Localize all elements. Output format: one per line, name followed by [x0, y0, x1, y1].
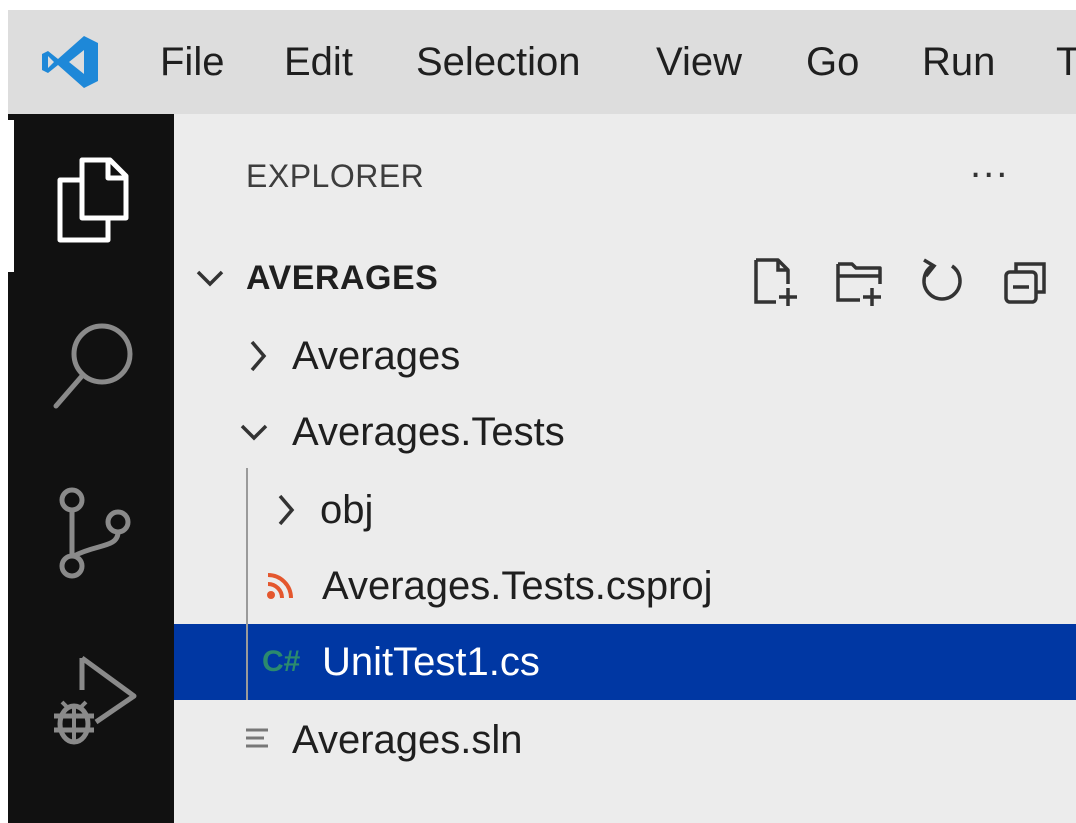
menu-selection[interactable]: Selection	[416, 10, 581, 114]
more-actions-button[interactable]: ...	[970, 142, 1009, 187]
tree-item-averages-tests[interactable]: Averages.Tests	[174, 394, 1076, 470]
menu-view[interactable]: View	[656, 10, 742, 114]
menu-terminal[interactable]: T	[1056, 10, 1076, 114]
explorer-title: EXPLORER	[246, 158, 425, 194]
lines-icon	[246, 728, 268, 748]
tree-item-csproj[interactable]: Averages.Tests.csproj	[174, 548, 1076, 624]
new-folder-icon[interactable]	[834, 256, 886, 308]
section-header-averages[interactable]: AVERAGES	[174, 240, 1076, 316]
csharp-icon: C#	[262, 645, 301, 678]
refresh-icon[interactable]	[916, 256, 968, 308]
explorer-panel: EXPLORER ... AVERAGES Averages Averages.…	[174, 114, 1076, 823]
run-debug-icon[interactable]	[48, 650, 144, 750]
tree-item-label: Averages.sln	[292, 718, 523, 762]
indent-guide	[246, 468, 248, 700]
title-bar: File Edit Selection View Go Run T	[8, 10, 1076, 114]
explorer-icon[interactable]	[52, 154, 132, 244]
collapse-all-icon[interactable]	[1000, 256, 1052, 308]
tree-item-label: Averages.Tests	[292, 410, 565, 454]
tree-item-label: UnitTest1.cs	[322, 640, 540, 684]
tree-item-sln[interactable]: Averages.sln	[174, 702, 1076, 778]
rss-feed-icon	[267, 573, 293, 599]
chevron-down-icon	[240, 424, 268, 441]
activity-bar	[8, 114, 174, 823]
active-indicator	[8, 120, 14, 272]
tree-item-label: Averages	[292, 334, 461, 378]
vscode-logo-icon[interactable]	[40, 34, 100, 90]
menu-go[interactable]: Go	[806, 10, 859, 114]
chevron-right-icon	[278, 494, 295, 526]
tree-item-label: obj	[320, 488, 374, 532]
tree-item-label: Averages.Tests.csproj	[322, 564, 713, 608]
source-control-icon[interactable]	[56, 486, 136, 582]
chevron-right-icon	[250, 340, 267, 372]
chevron-down-icon	[196, 270, 224, 287]
search-icon[interactable]	[50, 320, 134, 412]
new-file-icon[interactable]	[750, 256, 802, 308]
tree-item-unittest1[interactable]: C# UnitTest1.cs	[174, 624, 1076, 700]
tree-item-obj[interactable]: obj	[174, 472, 1076, 548]
menu-run[interactable]: Run	[922, 10, 995, 114]
section-title: AVERAGES	[246, 259, 439, 297]
menu-file[interactable]: File	[160, 10, 224, 114]
menu-edit[interactable]: Edit	[284, 10, 353, 114]
tree-item-averages[interactable]: Averages	[174, 318, 1076, 394]
